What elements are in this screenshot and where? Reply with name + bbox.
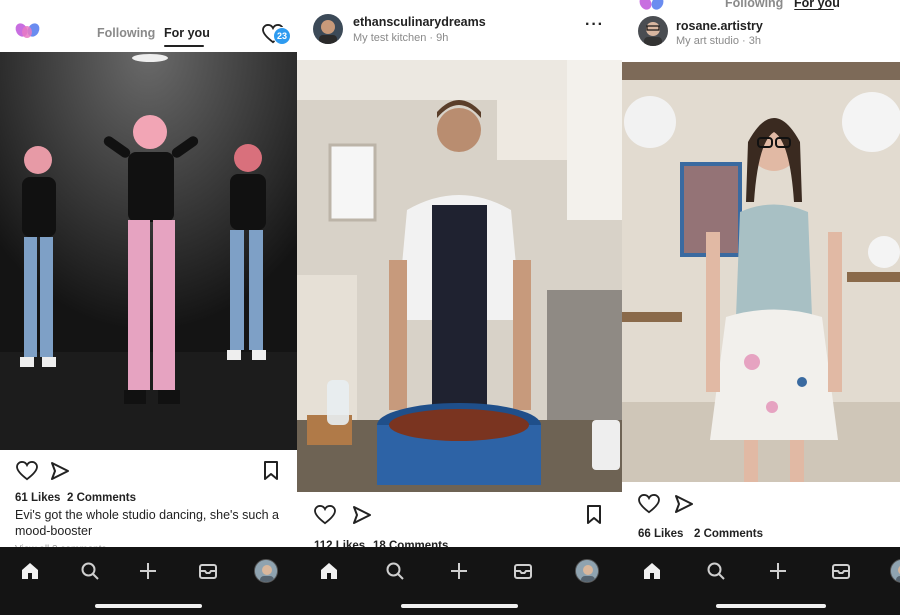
like-heart-icon[interactable]	[638, 494, 660, 514]
username[interactable]: rosane.artistry	[676, 19, 763, 33]
post-location: My art studio · 3h	[676, 35, 761, 47]
like-heart-icon[interactable]	[314, 505, 336, 525]
post-caption: Evi's got the whole studio dancing, she'…	[15, 508, 279, 538]
inbox-icon[interactable]	[198, 561, 218, 581]
bottom-nav	[622, 547, 900, 615]
home-indicator	[401, 604, 518, 608]
post-header: ethansculinarydreams My test kitchen · 9…	[297, 0, 622, 58]
username[interactable]: ethansculinarydreams	[353, 15, 486, 29]
profile-avatar[interactable]	[254, 559, 278, 583]
create-plus-icon[interactable]	[449, 561, 469, 581]
search-icon[interactable]	[80, 561, 100, 581]
profile-avatar[interactable]	[575, 559, 599, 583]
post-image-dancers[interactable]	[0, 52, 297, 450]
tab-following[interactable]: Following	[725, 0, 783, 10]
likes-count[interactable]: 66 Likes	[638, 528, 683, 540]
user-avatar[interactable]	[313, 14, 343, 44]
bottom-nav	[297, 547, 622, 615]
share-send-icon[interactable]	[50, 461, 70, 481]
search-icon[interactable]	[385, 561, 405, 581]
post-image-chef[interactable]	[297, 60, 622, 492]
post-location: My test kitchen · 9h	[353, 32, 449, 44]
likes-count[interactable]: 61 Likes	[15, 492, 60, 504]
feed-screen-1: Following For you 23 61 Likes 2 Comments…	[0, 0, 297, 615]
inbox-icon[interactable]	[513, 561, 533, 581]
home-icon[interactable]	[20, 561, 40, 581]
post-actions	[297, 495, 622, 535]
create-plus-icon[interactable]	[768, 561, 788, 581]
notification-badge: 23	[273, 27, 291, 45]
tab-following[interactable]: Following	[97, 26, 155, 40]
feed-header: Following For you 23	[0, 0, 297, 50]
bookmark-icon[interactable]	[586, 505, 602, 525]
post-image-artist[interactable]	[622, 62, 900, 482]
more-options-icon[interactable]: ···	[585, 16, 604, 34]
tab-for-you[interactable]: For you	[164, 26, 210, 40]
home-indicator	[95, 604, 202, 608]
home-icon[interactable]	[319, 561, 339, 581]
bottom-nav	[0, 547, 297, 615]
post-actions	[622, 484, 900, 524]
like-heart-icon[interactable]	[16, 461, 38, 481]
search-icon[interactable]	[706, 561, 726, 581]
create-plus-icon[interactable]	[138, 561, 158, 581]
feed-screen-2: ethansculinarydreams My test kitchen · 9…	[297, 0, 622, 615]
share-send-icon[interactable]	[352, 505, 372, 525]
share-send-icon[interactable]	[674, 494, 694, 514]
home-icon[interactable]	[642, 561, 662, 581]
bookmark-icon[interactable]	[263, 461, 279, 481]
comments-count[interactable]: 2 Comments	[694, 528, 763, 540]
post-actions	[0, 453, 297, 493]
inbox-icon[interactable]	[831, 561, 851, 581]
feed-screen-3: Following For you rosane.artistry My art…	[622, 0, 900, 615]
app-logo	[13, 21, 42, 42]
profile-avatar[interactable]	[890, 559, 900, 583]
feed-header: Following For you	[622, 0, 900, 12]
tab-active-underline	[164, 45, 204, 47]
user-avatar[interactable]	[638, 16, 668, 46]
home-indicator	[716, 604, 826, 608]
post-header: rosane.artistry My art studio · 3h	[622, 10, 900, 60]
comments-count[interactable]: 2 Comments	[67, 492, 136, 504]
